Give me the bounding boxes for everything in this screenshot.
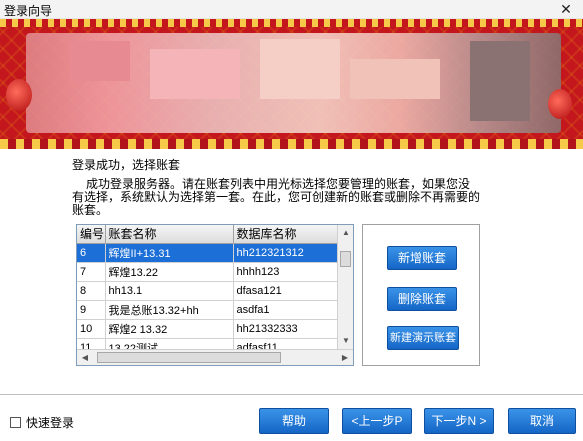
page-heading: 登录成功，选择账套 (72, 158, 181, 172)
cell-name: 辉煌13.22 (105, 262, 234, 282)
create-demo-account-set-button[interactable]: 新建演示账套 (387, 326, 459, 350)
delete-account-set-button[interactable]: 删除账套 (387, 287, 457, 311)
cell-db: dfasa121 (233, 281, 338, 301)
help-button[interactable]: 帮助 (259, 408, 329, 434)
cell-name: 辉煌II+13.31 (105, 243, 234, 263)
column-header-db[interactable]: 数据库名称 (233, 225, 338, 244)
scroll-left-icon[interactable]: ◀ (77, 350, 93, 365)
account-actions-panel: 新增账套 删除账套 新建演示账套 (362, 224, 480, 366)
prev-button[interactable]: <上一步P (342, 408, 412, 434)
table-row[interactable]: 9 我是总账13.32+hh asdfa1 (77, 300, 338, 320)
description-text: 成功登录服务器。请在账套列表中用光标选择您要管理的账套，如果您没有选择，系统默认… (72, 177, 481, 217)
checkbox-icon[interactable] (10, 417, 21, 428)
cell-id: 9 (77, 300, 106, 320)
quick-login-checkbox[interactable]: 快速登录 (10, 414, 74, 431)
table-row[interactable]: 8 hh13.1 dfasa121 (77, 281, 338, 301)
table-row[interactable]: 10 辉煌2 13.32 hh21332333 (77, 319, 338, 339)
cell-db: hh21332333 (233, 319, 338, 339)
table-header: 编号 账套名称 数据库名称 (77, 225, 338, 244)
cell-db: hh212321312 (233, 243, 338, 263)
column-header-id[interactable]: 编号 (77, 225, 106, 244)
window-title: 登录向导 (4, 4, 53, 18)
cell-id: 6 (77, 243, 106, 263)
cell-id: 10 (77, 319, 106, 339)
cell-db: asdfa1 (233, 300, 338, 320)
next-button[interactable]: 下一步N > (424, 408, 494, 434)
cell-name: 辉煌2 13.32 (105, 319, 234, 339)
title-bar: 登录向导 ✕ (0, 0, 583, 19)
table-row[interactable]: 7 辉煌13.22 hhhh123 (77, 262, 338, 282)
cancel-button[interactable]: 取消 (508, 408, 576, 434)
cell-id: 7 (77, 262, 106, 282)
scroll-thumb-horizontal[interactable] (97, 352, 281, 363)
banner-image (0, 19, 583, 149)
cell-id: 8 (77, 281, 106, 301)
account-set-table[interactable]: 编号 账套名称 数据库名称 6 辉煌II+13.31 hh212321312 7… (76, 224, 354, 366)
quick-login-label: 快速登录 (26, 416, 75, 430)
scroll-down-icon[interactable]: ▼ (338, 333, 353, 349)
scroll-thumb[interactable] (340, 251, 351, 267)
scroll-up-icon[interactable]: ▲ (338, 225, 353, 241)
horizontal-scrollbar[interactable]: ◀ ▶ (77, 349, 353, 365)
column-header-name[interactable]: 账套名称 (105, 225, 234, 244)
add-account-set-button[interactable]: 新增账套 (387, 246, 457, 270)
cell-name: hh13.1 (105, 281, 234, 301)
cell-name: 我是总账13.32+hh (105, 300, 234, 320)
scroll-right-icon[interactable]: ▶ (337, 350, 353, 365)
cell-db: hhhh123 (233, 262, 338, 282)
footer-divider (0, 394, 583, 395)
vertical-scrollbar[interactable]: ▲ ▼ (337, 225, 353, 349)
close-icon[interactable]: ✕ (555, 0, 577, 18)
table-row[interactable]: 6 辉煌II+13.31 hh212321312 (77, 243, 338, 263)
